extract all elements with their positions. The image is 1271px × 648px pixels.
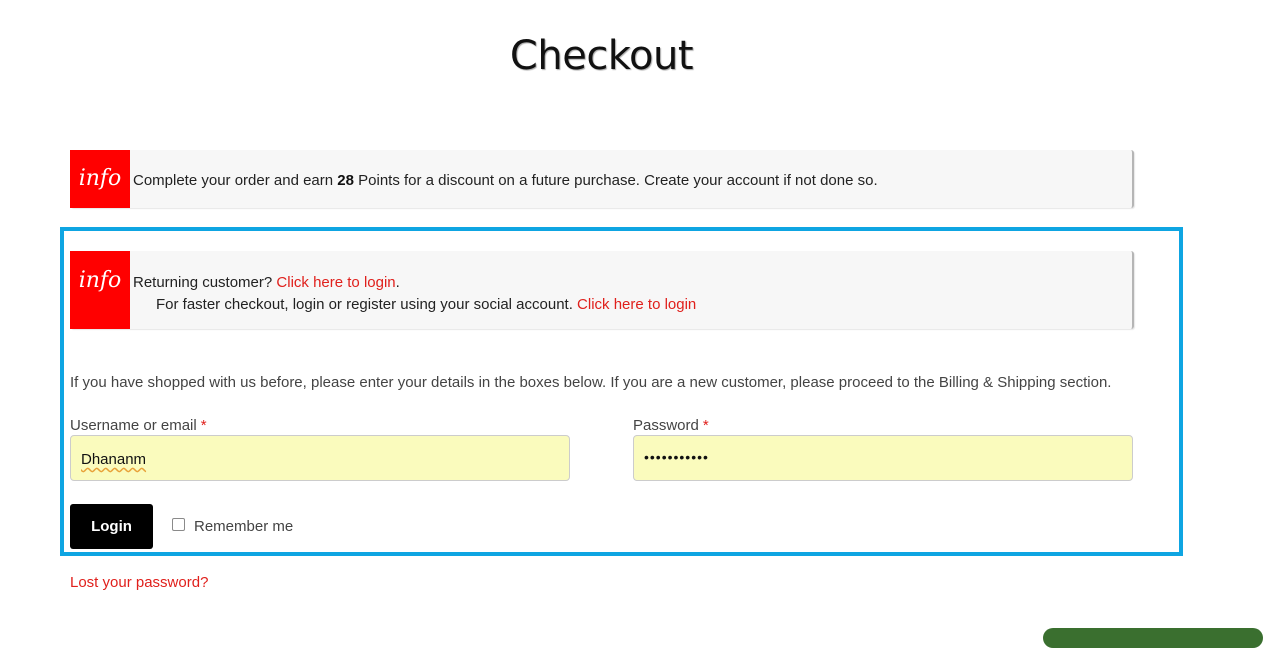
social-login-line: For faster checkout, login or register u… (156, 296, 696, 313)
remember-me-label[interactable]: Remember me (194, 518, 293, 535)
returning-customer-notice: info Returning customer? Click here to l… (70, 251, 1134, 329)
remember-me-checkbox[interactable] (172, 518, 185, 531)
points-value: 28 (337, 172, 354, 189)
points-text-before: Complete your order and earn (133, 172, 338, 189)
username-label: Username or email * (70, 417, 207, 434)
username-input[interactable]: Dhananm (70, 435, 570, 481)
points-info-notice: info Complete your order and earn 28 Poi… (70, 150, 1134, 208)
username-label-text: Username or email (70, 417, 197, 434)
social-login-text: For faster checkout, login or register u… (156, 296, 578, 313)
password-input[interactable]: ••••••••••• (633, 435, 1133, 481)
login-intro-text: If you have shopped with us before, plea… (70, 374, 1112, 391)
password-value: ••••••••••• (644, 449, 709, 465)
returning-customer-text: Returning customer? (133, 274, 277, 291)
page-title: Checkout (509, 32, 694, 79)
returning-customer-end: . (395, 274, 400, 291)
social-login-link[interactable]: Click here to login (577, 296, 696, 313)
password-label: Password * (633, 417, 709, 434)
info-badge: info (70, 150, 130, 208)
points-info-message: Complete your order and earn 28 Points f… (133, 172, 878, 189)
partial-green-button[interactable] (1043, 628, 1263, 648)
login-button[interactable]: Login (70, 504, 153, 549)
required-asterisk: * (702, 417, 709, 434)
info-badge: info (70, 251, 130, 329)
username-value: Dhananm (81, 451, 147, 468)
lost-password-link[interactable]: Lost your password? (70, 574, 208, 591)
required-asterisk: * (200, 417, 207, 434)
password-label-text: Password (633, 417, 699, 434)
returning-customer-line: Returning customer? Click here to login. (133, 274, 400, 291)
points-text-after: Points for a discount on a future purcha… (353, 172, 878, 189)
show-login-link[interactable]: Click here to login (276, 274, 395, 291)
